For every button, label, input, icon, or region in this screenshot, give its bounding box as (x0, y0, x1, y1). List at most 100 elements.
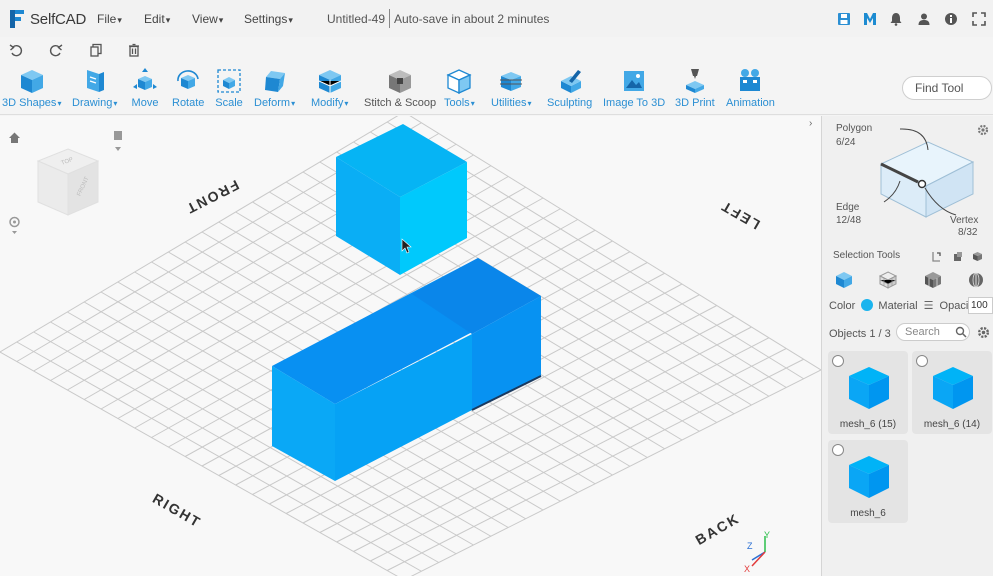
view-cube[interactable]: TOP FRONT (34, 146, 102, 218)
menu-view[interactable]: View (192, 12, 223, 26)
selection-tools-label: Selection Tools (833, 250, 901, 261)
scene-canvas[interactable]: Y Z X (0, 116, 821, 576)
tool-3d-shapes-label: 3D Shapes (2, 97, 61, 109)
object-select-radio[interactable] (832, 444, 844, 456)
objects-count: Objects 1 / 3 (829, 328, 891, 340)
mesh-thumbnail (933, 367, 973, 409)
info-icon[interactable] (944, 12, 958, 26)
object-select-mode-icon[interactable] (834, 270, 854, 290)
selection-mode-cube[interactable] (878, 124, 976, 219)
face-select-mode-icon[interactable] (923, 270, 943, 290)
tool-drawing-label: Drawing (72, 97, 117, 109)
panel-settings-gear-icon[interactable] (977, 124, 989, 136)
tool-animation[interactable]: Animation (726, 67, 775, 109)
tool-scale-label: Scale (215, 97, 243, 109)
color-label: Color (829, 300, 856, 312)
menu-file[interactable]: File (97, 12, 122, 26)
tool-utilities[interactable]: Utilities (491, 67, 531, 109)
select-lasso-icon[interactable] (931, 251, 942, 262)
bell-icon[interactable] (889, 12, 903, 26)
tool-3d-print-label: 3D Print (675, 97, 715, 109)
utilities-icon (500, 72, 523, 91)
animation-icon (740, 69, 761, 91)
tool-stitch-scoop[interactable]: Stitch & Scoop (364, 67, 436, 109)
m-icon[interactable] (863, 12, 877, 26)
search-icon[interactable] (955, 326, 967, 338)
tool-image-to-3d[interactable]: Image To 3D (603, 67, 665, 109)
tool-ribbon: 3D Shapes Drawing Move Rotate Scale Defo… (0, 63, 993, 115)
copy-icon[interactable] (89, 43, 103, 57)
save-icon[interactable] (837, 12, 851, 26)
color-swatch[interactable] (861, 299, 874, 311)
tool-deform-label: Deform (254, 97, 295, 109)
tool-rotate[interactable]: Rotate (172, 67, 204, 109)
fullscreen-icon[interactable] (972, 12, 986, 26)
select-all-icon[interactable] (972, 251, 983, 262)
menu-settings[interactable]: Settings (244, 12, 293, 26)
camera-toggle-icon[interactable] (112, 129, 124, 155)
sphere-select-mode-icon[interactable] (966, 270, 986, 290)
tool-move-label: Move (131, 97, 159, 109)
tool-stitch-scoop-label: Stitch & Scoop (364, 97, 437, 109)
find-tool-input[interactable]: Find Tool (902, 76, 992, 100)
image-to-3d-icon (624, 71, 645, 91)
tool-modify[interactable]: Modify (311, 67, 348, 109)
mesh-thumbnail (849, 456, 889, 498)
tool-tools[interactable]: Tools (444, 67, 475, 109)
undo-icon[interactable] (9, 43, 23, 57)
title-divider (389, 9, 390, 28)
tool-sculpting[interactable]: Sculpting (547, 67, 592, 109)
object-select-radio[interactable] (832, 355, 844, 367)
tool-animation-label: Animation (726, 97, 775, 109)
object-card[interactable]: mesh_6 (828, 440, 908, 523)
tool-image-to-3d-label: Image To 3D (603, 97, 666, 109)
top-menu-bar: SelfCAD File Edit View Settings Untitled… (0, 0, 993, 37)
deform-icon (264, 71, 285, 92)
object-card[interactable]: mesh_6 (14) (912, 351, 992, 434)
tool-drawing[interactable]: Drawing (72, 67, 117, 109)
scale-icon (217, 69, 241, 93)
tool-scale[interactable]: Scale (215, 67, 243, 109)
selfcad-logo-icon (10, 10, 24, 28)
object-select-radio[interactable] (916, 355, 928, 367)
move-icon (133, 68, 157, 90)
tool-tools-label: Tools (444, 97, 475, 109)
edge-label: Edge (836, 202, 860, 213)
opacity-input[interactable]: 100 (968, 297, 993, 314)
objects-settings-gear-icon[interactable] (977, 326, 990, 339)
material-label[interactable]: Material (878, 300, 917, 312)
tools-icon (446, 69, 472, 95)
home-icon[interactable] (8, 131, 21, 144)
search-placeholder: Search (905, 326, 940, 338)
modify-icon (318, 70, 341, 93)
tool-deform[interactable]: Deform (254, 67, 295, 109)
tool-utilities-label: Utilities (491, 97, 531, 109)
object-card[interactable]: mesh_6 (15) (828, 351, 908, 434)
view-settings-icon[interactable] (8, 216, 21, 236)
polygon-count: 6/24 (836, 137, 856, 148)
panel-collapse-toggle[interactable]: › (809, 118, 821, 132)
edit-actions-row (0, 37, 993, 63)
vertex-count: 8/32 (958, 227, 978, 238)
mesh-thumbnail (849, 367, 889, 409)
menu-edit[interactable]: Edit (144, 12, 170, 26)
object-name: mesh_6 (15) (839, 419, 897, 430)
tool-move[interactable]: Move (131, 67, 159, 109)
3d-print-icon (685, 69, 704, 93)
trash-icon[interactable] (127, 43, 141, 57)
3d-viewport[interactable]: Y Z X FRONT LEFT RIGHT BACK TOP FRONT (0, 116, 821, 576)
user-icon[interactable] (917, 12, 931, 26)
stitch-scoop-icon (389, 70, 412, 93)
axis-y-label: Y (764, 530, 770, 540)
edge-count: 12/48 (836, 215, 862, 226)
mesh-select-mode-icon[interactable] (878, 270, 898, 290)
material-icon[interactable]: ☰ (924, 300, 934, 312)
redo-icon[interactable] (49, 43, 63, 57)
tool-3d-shapes[interactable]: 3D Shapes (2, 67, 61, 109)
select-box-icon[interactable] (952, 251, 963, 262)
tool-3d-print[interactable]: 3D Print (675, 67, 715, 109)
polygon-label: Polygon (836, 123, 873, 134)
object-name: mesh_6 (850, 508, 886, 519)
app-logo[interactable]: SelfCAD (7, 8, 86, 30)
document-title[interactable]: Untitled-49 (327, 12, 385, 26)
